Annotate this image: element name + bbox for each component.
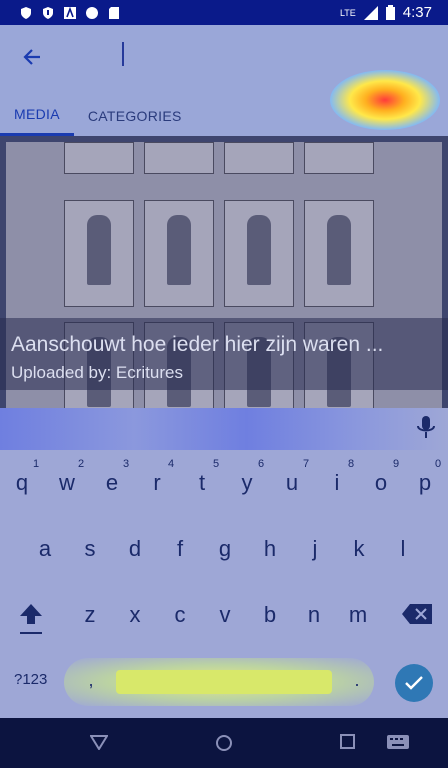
key-k[interactable]: k [344,536,374,562]
key-g[interactable]: g [210,536,240,562]
spacebar[interactable] [116,670,332,694]
key-b[interactable]: b [255,602,285,628]
key-v[interactable]: v [210,602,240,628]
key-comma[interactable]: , [76,670,106,691]
key-d[interactable]: d [120,536,150,562]
signal-icon [363,5,378,20]
key-h[interactable]: h [255,536,285,562]
key-hint-7: 7 [302,458,310,470]
key-hint-9: 9 [392,458,400,470]
shield-alt-icon [43,6,53,19]
key-w[interactable]: w [52,470,82,496]
key-s[interactable]: s [75,536,105,562]
back-button[interactable] [16,41,48,73]
clock: 4:37 [402,4,432,21]
key-a[interactable]: a [30,536,60,562]
soft-keyboard: 1 2 3 4 5 6 7 8 9 0 q w e r t y u i o p … [0,408,448,718]
key-y[interactable]: y [232,470,262,496]
tab-media[interactable]: MEDIA [0,95,74,136]
shield-icon [21,6,31,19]
key-hint-5: 5 [212,458,220,470]
key-period[interactable]: . [342,670,372,691]
key-l[interactable]: l [388,536,418,562]
key-z[interactable]: z [75,602,105,628]
text-icon [64,6,76,19]
key-hint-3: 3 [122,458,130,470]
back-nav-icon[interactable] [90,734,108,750]
check-icon [405,676,423,690]
key-n[interactable]: n [299,602,329,628]
keyboard-switch-icon[interactable] [387,735,409,751]
key-hint-1: 1 [32,458,40,470]
key-u[interactable]: u [277,470,307,496]
tab-categories[interactable]: CATEGORIES [74,95,196,136]
done-button[interactable] [395,664,433,702]
text-cursor [122,42,124,66]
key-hint-6: 6 [257,458,265,470]
key-m[interactable]: m [343,602,373,628]
key-o[interactable]: o [366,470,396,496]
key-hint-4: 4 [167,458,175,470]
search-input[interactable] [80,41,384,75]
media-uploader: Uploaded by: Ecritures [11,363,183,382]
arrow-back-icon [23,49,40,65]
key-i[interactable]: i [322,470,352,496]
recents-nav-icon[interactable] [340,734,355,749]
key-t[interactable]: t [187,470,217,496]
tab-bar: MEDIA CATEGORIES [0,95,196,136]
home-nav-icon[interactable] [215,734,233,752]
key-x[interactable]: x [120,602,150,628]
network-type-label: LTE [339,7,356,18]
key-hint-2: 2 [77,458,85,470]
key-f[interactable]: f [165,536,195,562]
symbols-key[interactable]: ?123 [14,671,47,688]
key-e[interactable]: e [97,470,127,496]
microphone-icon[interactable] [416,416,436,440]
key-p[interactable]: p [410,470,440,496]
backspace-icon[interactable] [402,604,432,624]
battery-icon [385,5,395,20]
circle-icon [86,6,98,19]
status-bar: LTE 4:37 [0,0,448,25]
suggestion-strip[interactable] [0,408,448,450]
key-c[interactable]: c [165,602,195,628]
media-title: Aanschouwt hoe ieder hier zijn waren ... [11,333,384,356]
key-hint-0: 0 [434,458,442,470]
key-q[interactable]: q [7,470,37,496]
navigation-bar [0,718,448,768]
sd-card-icon [109,6,119,19]
attention-hotspot [330,70,440,130]
key-hint-8: 8 [347,458,355,470]
shift-icon[interactable] [18,602,44,638]
key-r[interactable]: r [142,470,172,496]
key-j[interactable]: j [300,536,330,562]
app-bar: MEDIA CATEGORIES [0,25,448,136]
